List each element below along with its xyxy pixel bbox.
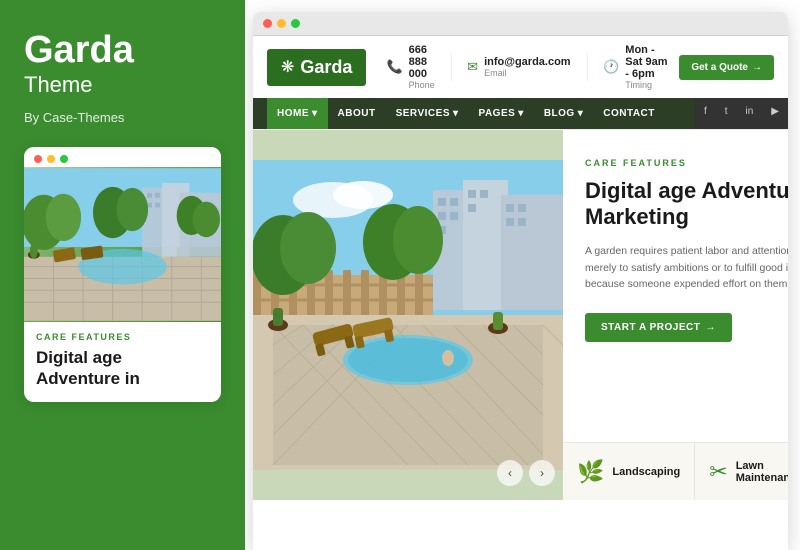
services-bar: 🌿 Landscaping ✂ Lawn Maintenance 🌱 Pruni… (563, 442, 788, 500)
nav-pages-arrow: ▾ (518, 108, 524, 119)
browser-content: ❋ Garda 📞 666 888 000 Phone ✉ info (253, 36, 788, 550)
sidebar-care-label: CARE FEATURES (36, 332, 209, 342)
hero-next-button[interactable]: › (529, 460, 555, 486)
nav-services[interactable]: SERVICES ▾ (386, 98, 469, 129)
hero-next-icon: › (540, 466, 544, 480)
sidebar-card-image (24, 167, 221, 322)
hero-garden-svg (253, 130, 563, 500)
site-nav: HOME ▾ ABOUT SERVICES ▾ PAGES ▾ (253, 98, 695, 129)
start-project-arrow: → (705, 322, 716, 333)
site-nav-wrapper: HOME ▾ ABOUT SERVICES ▾ PAGES ▾ (253, 98, 788, 129)
service-landscaping[interactable]: 🌿 Landscaping (563, 443, 695, 500)
header-phone: 📞 666 888 000 Phone (386, 44, 434, 90)
hero-title: Digital age Adventure in Marketing (585, 178, 788, 231)
phone-icon: 📞 (386, 59, 402, 75)
header-divider-2 (587, 53, 588, 81)
nav-blog-arrow: ▾ (578, 108, 584, 119)
timing-label: Timing (625, 80, 669, 90)
start-project-button[interactable]: START A PROJECT → (585, 313, 732, 342)
phone-value: 666 888 000 (409, 44, 435, 80)
sidebar-byline: By Case-Themes (24, 110, 221, 125)
email-label: Email (484, 68, 571, 78)
nav-pages[interactable]: PAGES ▾ (469, 98, 534, 129)
landscaping-label: Landscaping (612, 466, 680, 478)
phone-label: Phone (409, 80, 435, 90)
dot-yellow (47, 155, 55, 163)
browser-dot-yellow[interactable] (277, 19, 286, 28)
sidebar-subtitle: Theme (24, 72, 221, 98)
social-facebook[interactable]: f (695, 98, 716, 129)
service-lawn[interactable]: ✂ Lawn Maintenance (695, 443, 788, 500)
browser-titlebar (253, 12, 788, 36)
social-linkedin[interactable]: in (737, 98, 763, 129)
sidebar-card-title: Digital age Adventure in (36, 347, 209, 390)
hero-care-label: CARE FEATURES (585, 158, 788, 168)
dot-green (60, 155, 68, 163)
email-icon: ✉ (467, 59, 478, 75)
site-header: ❋ Garda 📞 666 888 000 Phone ✉ info (253, 36, 788, 130)
lawn-label: Lawn Maintenance (736, 460, 788, 484)
landscaping-icon: 🌿 (577, 459, 604, 485)
sidebar: Garda Theme By Case-Themes (0, 0, 245, 550)
garden-image-svg (24, 167, 221, 322)
hero-prev-icon: ‹ (508, 466, 512, 480)
browser-dot-red[interactable] (263, 19, 272, 28)
header-email: ✉ info@garda.com Email (467, 56, 570, 78)
start-project-label: START A PROJECT (601, 322, 700, 333)
sidebar-logo: Garda Theme (24, 30, 221, 98)
nav-services-arrow: ▾ (453, 108, 459, 119)
sidebar-card-body: CARE FEATURES Digital age Adventure in (24, 322, 221, 402)
site-logo[interactable]: ❋ Garda (267, 49, 366, 86)
hero-text-panel: CARE FEATURES Digital age Adventure in M… (563, 130, 788, 442)
social-youtube[interactable]: ▶ (762, 98, 788, 129)
browser-dot-green[interactable] (291, 19, 300, 28)
dot-red (34, 155, 42, 163)
hero-description: A garden requires patient labor and atte… (585, 243, 788, 293)
nav-blog[interactable]: BLOG ▾ (534, 98, 593, 129)
logo-leaf-icon: ❋ (281, 57, 294, 77)
browser-window: ❋ Garda 📞 666 888 000 Phone ✉ info (253, 12, 788, 550)
hero-image-area: ‹ › (253, 130, 563, 500)
nav-contact[interactable]: CONTACT (593, 98, 665, 129)
get-quote-arrow: → (752, 62, 762, 73)
hero-text-section: CARE FEATURES Digital age Adventure in M… (563, 130, 788, 500)
header-divider-1 (451, 53, 452, 81)
get-quote-label: Get a Quote (691, 62, 748, 73)
nav-social-bar: f t in ▶ (695, 98, 788, 129)
timing-value: Mon - Sat 9am - 6pm (625, 44, 669, 80)
site-header-top: ❋ Garda 📞 666 888 000 Phone ✉ info (253, 36, 788, 98)
nav-home[interactable]: HOME ▾ (267, 98, 328, 129)
nav-about[interactable]: ABOUT (328, 98, 386, 129)
header-timing: 🕐 Mon - Sat 9am - 6pm Timing (603, 44, 669, 90)
sidebar-preview-card: CARE FEATURES Digital age Adventure in (24, 147, 221, 402)
social-twitter[interactable]: t (716, 98, 737, 129)
logo-text: Garda (300, 57, 352, 78)
email-value: info@garda.com (484, 56, 571, 68)
sidebar-card-header (24, 147, 221, 167)
site-main: ‹ › CARE FEATURES Digital age Adventure … (253, 130, 788, 500)
nav-home-arrow: ▾ (312, 108, 318, 119)
clock-icon: 🕐 (603, 59, 619, 75)
lawn-icon: ✂ (709, 459, 727, 485)
hero-prev-button[interactable]: ‹ (497, 460, 523, 486)
get-quote-button[interactable]: Get a Quote → (679, 55, 774, 80)
sidebar-title: Garda (24, 30, 221, 72)
